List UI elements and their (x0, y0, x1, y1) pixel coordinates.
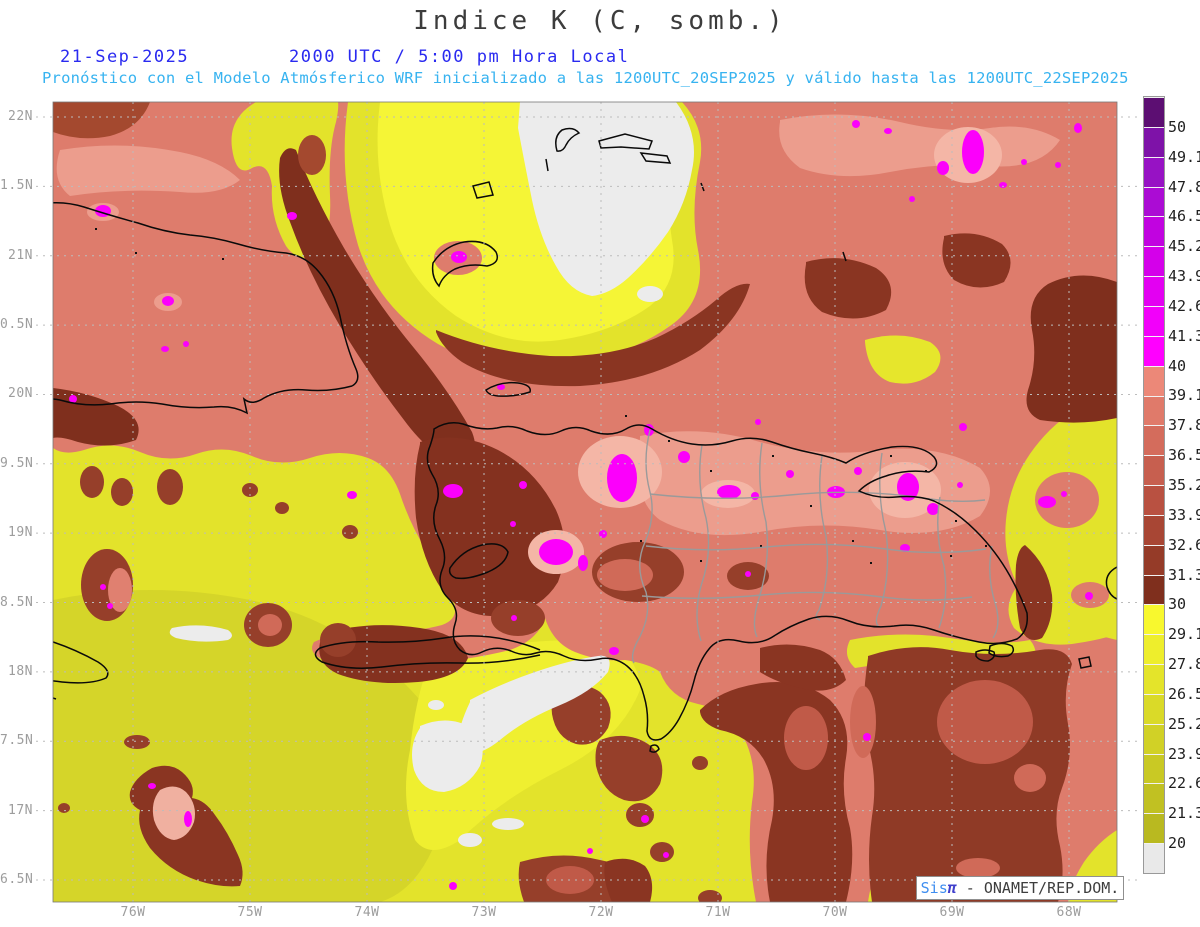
colorbar-segment (1144, 276, 1164, 306)
colorbar-segment (1144, 574, 1164, 605)
colorbar-segment (1144, 485, 1164, 515)
colorbar-tick-label: 29.1 (1168, 625, 1200, 644)
watermark-sis: Sis (920, 879, 948, 897)
colorbar-tick-label: 47.8 (1168, 177, 1200, 196)
colorbar-tick-label: 50 (1168, 117, 1187, 136)
lat-tick-label: 19N (8, 525, 33, 541)
lat-tick-label: 22N (8, 109, 33, 124)
colorbar-segment (1144, 425, 1164, 456)
colorbar-tick-label: 32.6 (1168, 535, 1200, 554)
colorbar-tick-label: 26.5 (1168, 684, 1200, 703)
colorbar-segment (1144, 753, 1164, 784)
colorbar-tick-label: 43.9 (1168, 267, 1200, 286)
k-index-forecast-chart: Indice K (C, somb.) 21-Sep-2025 2000 UTC… (0, 0, 1200, 927)
lon-tick-label: 73W (471, 905, 497, 920)
lat-tick-label: 21N (8, 247, 33, 263)
lat-tick-label: 17N (8, 802, 33, 818)
colorbar-tick-label: 21.3 (1168, 804, 1200, 823)
lat-tick-label: 1.5N (0, 178, 34, 194)
colorbar-tick-label: 33.9 (1168, 505, 1200, 524)
colorbar-segment (1144, 186, 1164, 217)
colorbar-segment (1144, 97, 1164, 127)
colorbar-segment (1144, 514, 1164, 545)
colorbar-segment (1144, 843, 1164, 873)
lon-tick-label: 68W (1056, 905, 1082, 920)
lat-tick-label: 9.5N (0, 455, 34, 471)
colorbar-tick-label: 30 (1168, 595, 1187, 614)
colorbar (1143, 96, 1165, 874)
colorbar-segment (1144, 634, 1164, 665)
colorbar-tick-label: 22.6 (1168, 774, 1200, 793)
colorbar-segment (1144, 246, 1164, 277)
colorbar-segment (1144, 216, 1164, 247)
lat-tick-label: 20N (8, 386, 33, 402)
colorbar-segment (1144, 365, 1164, 396)
colorbar-segment (1144, 664, 1164, 694)
lat-tick-label: 18N (8, 663, 33, 679)
colorbar-tick-label: 25.2 (1168, 714, 1200, 733)
colorbar-tick-label: 35.2 (1168, 476, 1200, 494)
watermark-pi-logo: π (947, 879, 957, 897)
colorbar-tick-label: 49.1 (1168, 147, 1200, 166)
lon-tick-label: 75W (237, 905, 263, 920)
colorbar-segment (1144, 335, 1164, 366)
colorbar-tick-label: 36.5 (1168, 446, 1200, 465)
lon-tick-label: 71W (705, 905, 731, 920)
lat-tick-label: 6.5N (0, 871, 34, 887)
colorbar-tick-label: 20 (1168, 834, 1187, 853)
lon-tick-label: 72W (588, 905, 614, 920)
colorbar-segment (1144, 604, 1164, 635)
colorbar-segment (1144, 395, 1164, 426)
lon-tick-label: 76W (120, 905, 146, 920)
lon-tick-label: 69W (939, 905, 965, 920)
colorbar-segment (1144, 783, 1164, 814)
colorbar-segment (1144, 813, 1164, 844)
colorbar-tick-label: 42.6 (1168, 296, 1200, 315)
colorbar-segment (1144, 126, 1164, 157)
watermark-badge: Sisπ - ONAMET/REP.DOM. (916, 876, 1124, 900)
colorbar-segment (1144, 156, 1164, 187)
colorbar-tick-label: 37.8 (1168, 416, 1200, 435)
lat-tick-label: 0.5N (0, 317, 34, 333)
lon-tick-label: 70W (822, 905, 848, 920)
colorbar-segment (1144, 305, 1164, 336)
colorbar-tick-label: 41.3 (1168, 326, 1200, 345)
colorbar-tick-label: 23.9 (1168, 744, 1200, 763)
colorbar-tick-label: 31.3 (1168, 565, 1200, 584)
colorbar-segment (1144, 723, 1164, 754)
watermark-suffix: - ONAMET/REP.DOM. (956, 879, 1120, 897)
colorbar-segment (1144, 693, 1164, 724)
map-canvas (36, 101, 1142, 908)
colorbar-segment (1144, 455, 1164, 486)
lat-tick-label: 7.5N (0, 733, 34, 749)
colorbar-tick-label: 39.1 (1168, 386, 1200, 405)
colorbar-tick-label: 46.5 (1168, 207, 1200, 226)
colorbar-tick-label: 27.8 (1168, 655, 1200, 674)
lon-tick-label: 74W (354, 905, 380, 920)
colorbar-tick-label: 45.2 (1168, 237, 1200, 256)
colorbar-tick-label: 40 (1168, 356, 1187, 375)
colorbar-segment (1144, 544, 1164, 575)
lat-tick-label: 8.5N (0, 594, 34, 610)
